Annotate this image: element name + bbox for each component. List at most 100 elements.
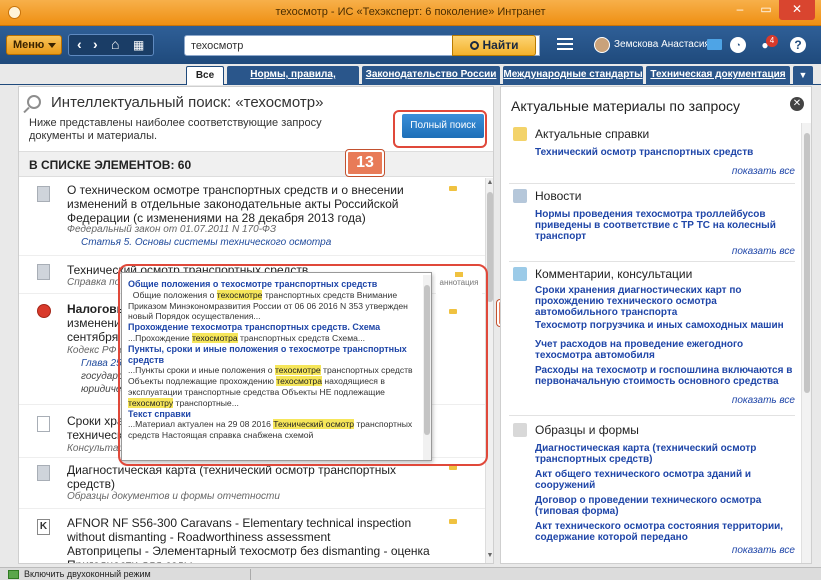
callout-ring-14 [118, 264, 488, 466]
tab-technical-docs[interactable]: Техническая документация [646, 66, 790, 85]
search-input[interactable] [185, 36, 445, 55]
menu-button[interactable]: Меню [6, 35, 62, 55]
show-all-link[interactable]: показать все [701, 395, 795, 406]
hamburger-menu-icon[interactable] [557, 38, 573, 50]
results-count: В СПИСКЕ ЭЛЕМЕНТОВ: 60 [29, 158, 192, 172]
tab-all[interactable]: Все [186, 66, 224, 85]
document-icon [37, 416, 50, 432]
comment-icon [513, 267, 527, 281]
section-title: Новости [535, 189, 582, 203]
show-all-link[interactable]: показать все [701, 246, 795, 257]
find-button-label: Найти [482, 38, 519, 52]
section-title: Актуальные справки [535, 127, 650, 141]
search-icon [469, 41, 479, 50]
status-bar: Включить двухоконный режим [0, 567, 821, 580]
results-count-bar: В СПИСКЕ ЭЛЕМЕНТОВ: 60 [19, 151, 493, 177]
section-comments: Комментарии, консультации Сроки хранения… [501, 265, 801, 413]
material-link[interactable]: Технический осмотр транспортных средств [535, 147, 797, 158]
main-toolbar: Меню ‹ › ⌂ ▦ Найти Земскова Анастасия ◔ … [0, 26, 821, 64]
result-link-line: государс [81, 371, 123, 382]
material-link[interactable]: Диагностическая карта (технический осмот… [535, 443, 797, 465]
maximize-button[interactable]: ▭ [753, 0, 779, 20]
list-item[interactable]: Диагностическая карта (технический осмот… [19, 459, 485, 509]
show-all-link[interactable]: показать все [701, 166, 795, 177]
show-all-link[interactable]: показать все [701, 545, 795, 556]
close-button[interactable]: ✕ [779, 0, 815, 20]
find-button[interactable]: Найти [452, 35, 536, 56]
folder-icon[interactable] [707, 39, 722, 50]
home-icon[interactable]: ⌂ [111, 36, 119, 52]
result-subtitle: Образцы документов и формы отчетности [67, 491, 280, 502]
material-link[interactable]: Учет расходов на проведение ежегодного т… [535, 339, 797, 361]
divider [509, 261, 795, 262]
grid-icon[interactable]: ▦ [133, 38, 144, 52]
standard-k-icon: K [37, 519, 50, 535]
avatar[interactable] [594, 37, 610, 53]
result-subtitle: Федеральный закон от 01.07.2011 N 170-ФЗ [67, 224, 277, 235]
forward-arrow-icon[interactable]: › [93, 36, 98, 52]
related-scrollbar[interactable] [801, 123, 811, 563]
callout-badge-13: 13 [346, 150, 384, 176]
section-title: Комментарии, консультации [535, 267, 693, 281]
result-link[interactable]: Статья 5. Основы системы технического ос… [81, 237, 331, 248]
material-link[interactable]: Договор о проведении технического осмотр… [535, 495, 797, 517]
document-icon [37, 264, 50, 280]
tab-russian-law[interactable]: Законодательство России [362, 66, 500, 85]
material-link[interactable]: Техосмотр погрузчика и иных самоходных м… [535, 320, 797, 331]
section-news: Новости Нормы проведения техосмотра трол… [501, 187, 801, 259]
tabs-more-chevron-icon[interactable]: ▼ [793, 66, 813, 85]
results-description: Ниже представлены наиболее соответствующ… [29, 117, 322, 142]
panel-title: Актуальные материалы по запросу [511, 98, 741, 114]
chevron-down-icon [48, 43, 56, 48]
result-title[interactable]: Диагностическая карта (технический осмот… [67, 463, 437, 491]
material-link[interactable]: Нормы проведения техосмотра троллейбусов… [535, 209, 797, 242]
annotation-flag-icon[interactable] [449, 519, 457, 524]
document-icon [37, 465, 50, 481]
section-current-references: Актуальные справки Технический осмотр тр… [501, 123, 801, 183]
result-title[interactable]: AFNOR NF S56-300 Caravans - Elementary t… [67, 516, 437, 544]
search-icon [27, 95, 41, 109]
nav-group: ‹ › ⌂ ▦ [68, 34, 154, 56]
tab-international-standards[interactable]: Международные стандарты [503, 66, 643, 85]
divider [250, 569, 251, 580]
result-subtitle: Справка по [67, 277, 121, 288]
divider [509, 183, 795, 184]
schedule-icon[interactable]: ◔ [730, 37, 746, 53]
related-materials-panel: Актуальные материалы по запросу ✕ Актуал… [500, 86, 812, 564]
document-icon [37, 186, 50, 202]
material-link[interactable]: Расходы на техосмотр и госпошлина включа… [535, 365, 797, 387]
news-icon [513, 189, 527, 203]
minimize-button[interactable]: – [727, 0, 753, 20]
user-name[interactable]: Земскова Анастасия [614, 39, 710, 50]
material-link[interactable]: Акт технического осмотра состояния терри… [535, 521, 797, 543]
section-title: Образцы и формы [535, 423, 639, 437]
scroll-down-icon[interactable]: ▼ [486, 552, 494, 559]
menu-label: Меню [13, 39, 45, 51]
material-link[interactable]: Акт общего технического осмотра зданий и… [535, 469, 797, 491]
tab-bar: Все Нормы, правила, стандарты Законодате… [0, 64, 821, 98]
scrollbar-thumb[interactable] [804, 133, 810, 393]
material-link[interactable]: Сроки хранения диагностических карт по п… [535, 285, 797, 318]
close-icon[interactable]: ✕ [790, 97, 804, 111]
list-item[interactable]: О техническом осмотре транспортных средс… [19, 178, 485, 256]
reference-icon [513, 127, 527, 141]
dual-window-toggle-icon[interactable] [8, 570, 19, 579]
annotation-flag-icon[interactable] [449, 186, 457, 191]
scroll-up-icon[interactable]: ▲ [486, 179, 494, 186]
notification-badge: 4 [766, 35, 778, 47]
help-icon[interactable]: ? [790, 37, 806, 53]
divider [509, 415, 795, 416]
title-bar: техосмотр - ИС «Техэксперт: 6 поколение»… [0, 0, 821, 26]
tab-norms[interactable]: Нормы, правила, стандарты [227, 66, 359, 98]
section-templates: Образцы и формы Диагностическая карта (т… [501, 419, 801, 559]
tax-code-icon [37, 304, 51, 318]
dual-window-label[interactable]: Включить двухоконный режим [24, 569, 151, 579]
window-title: техосмотр - ИС «Техэксперт: 6 поколение»… [275, 6, 546, 18]
back-arrow-icon[interactable]: ‹ [77, 36, 82, 52]
result-title[interactable]: О техническом осмотре транспортных средс… [67, 183, 437, 225]
callout-ring-13 [393, 110, 487, 148]
result-subtitle: Консультац [67, 443, 125, 454]
result-title-translation: Автоприцепы - Элементарный техосмотр без… [67, 544, 430, 563]
form-icon [513, 423, 527, 437]
list-item[interactable]: K AFNOR NF S56-300 Caravans - Elementary… [19, 511, 485, 563]
